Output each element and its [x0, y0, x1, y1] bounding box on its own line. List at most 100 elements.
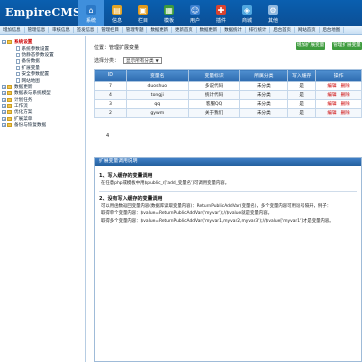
cell-tag: 关于我们	[187, 108, 241, 118]
quick-menu-link[interactable]: 更新首页	[172, 27, 197, 33]
cell-tag: 多说代码	[187, 81, 241, 91]
expand-icon[interactable]: +	[2, 116, 6, 121]
filter-label: 选择分类：	[94, 58, 120, 64]
delete-link[interactable]: 删除	[341, 93, 350, 98]
chevron-down-icon: ▼	[155, 58, 159, 63]
delete-link[interactable]: 删除	[341, 102, 350, 107]
cell-name: duoshuo	[125, 81, 189, 91]
quick-menu-link[interactable]: 后台地图	[320, 27, 345, 33]
add-variable-button[interactable]: 增加扩展变量	[296, 42, 325, 50]
top-nav-label: 信息	[111, 18, 122, 24]
cell-cat: 未分类	[239, 108, 289, 118]
expand-icon[interactable]: +	[2, 110, 6, 115]
top-nav-label: 栏目	[137, 18, 148, 24]
table-row: 2 gywm 关于我们 未分类是编辑 删除	[94, 108, 362, 118]
folder-icon	[7, 84, 12, 89]
expand-icon[interactable]: +	[2, 123, 6, 128]
tree-item-label: 备份数据	[21, 59, 40, 65]
edit-link[interactable]: 编辑	[327, 84, 336, 89]
tree-item-label: 扩展菜单	[14, 116, 33, 122]
top-nav-item[interactable]: ▣ 栏目	[130, 0, 156, 26]
page-icon	[16, 52, 20, 58]
tree-item-label: 备份与恢复数据	[14, 123, 47, 129]
logo: EmpireCMS	[5, 6, 82, 19]
top-nav-label: 用户	[189, 18, 200, 24]
expand-icon[interactable]: +	[2, 104, 6, 109]
edit-link[interactable]: 编辑	[327, 111, 336, 116]
column-header: 操作	[315, 69, 362, 82]
expand-icon[interactable]: +	[2, 84, 6, 89]
top-nav-label: 模板	[163, 18, 174, 24]
cell-id: 7	[94, 81, 127, 91]
quick-menu-link[interactable]: 数据统计	[221, 27, 246, 33]
folder-icon	[7, 104, 12, 109]
quick-menu-link[interactable]: 后台首页	[270, 27, 295, 33]
top-nav: ⌂ 系统 ▤ 信息 ▣ 栏目 ▦ 模板 ☺ 用户 ✚ 插件 ◈ 商城 ⚙ 其他	[78, 0, 286, 26]
column-header: 写入缓存	[287, 69, 317, 82]
quick-menu-bar: 增加信息 管理信息 审核信息 签发信息 管理栏目 管理专题 数据更新 更新首页 数据更新 数据统计…	[0, 26, 362, 35]
cell-cache: 是	[287, 81, 317, 91]
page-icon	[16, 65, 20, 70]
tree-item[interactable]: + 备份与恢复数据	[2, 122, 83, 128]
folder-icon	[7, 91, 12, 96]
help-section-2-line: 取得多个变量内容：$value=ReturnPublicAddVar('myva…	[101, 218, 334, 224]
help-section-2-title: 2、没有写入缓存的变量调用	[99, 195, 163, 202]
tree-item-label: 系统参数设置	[21, 46, 50, 52]
cell-cat: 未分类	[239, 90, 289, 100]
tree-item-label: 系统设置	[14, 40, 33, 46]
manage-variable-button[interactable]: 管理扩展变量	[332, 42, 362, 50]
edit-link[interactable]: 编辑	[327, 93, 336, 98]
column-header: ID	[94, 69, 127, 82]
quick-menu-link[interactable]: 审核信息	[49, 27, 74, 33]
top-nav-item[interactable]: ⌂ 系统	[78, 0, 104, 26]
category-select[interactable]: 显示所有分类 ▼	[123, 57, 162, 64]
top-nav-item[interactable]: ☺ 用户	[182, 0, 208, 26]
top-nav-label: 商城	[241, 18, 252, 24]
quick-menu-link[interactable]: 管理专题	[123, 27, 148, 33]
delete-link[interactable]: 删除	[341, 111, 350, 116]
tree-item-label: 数据表与系统模型	[14, 91, 51, 97]
tree-item-label: 工作流	[14, 104, 28, 110]
help-section-1-title: 1、写入缓存的变量调用	[99, 173, 153, 179]
delete-link[interactable]: 删除	[341, 84, 350, 89]
top-header: EmpireCMS ⌂ 系统 ▤ 信息 ▣ 栏目 ▦ 模板 ☺ 用户 ✚ 插件 ◈ 商城 ⚙ 其他	[0, 0, 362, 26]
cell-ops: 编辑 删除	[315, 99, 362, 109]
quick-menu-link[interactable]: 签发信息	[74, 27, 99, 33]
quick-menu-link[interactable]: 排行统计	[246, 27, 271, 33]
top-nav-label: 其他	[267, 18, 278, 24]
cell-ops: 编辑 删除	[315, 81, 362, 91]
category-select-value: 显示所有分类	[126, 58, 154, 64]
help-panel: 扩展变量调用说明 1、写入缓存的变量调用 在任意php或模板中用$public_…	[94, 157, 362, 362]
edit-link[interactable]: 编辑	[327, 102, 336, 107]
table-row: 7 duoshuo 多说代码 未分类是编辑 删除	[94, 81, 362, 91]
quick-menu-link[interactable]: 数据更新	[147, 27, 173, 33]
tree-item-label: 优化方案	[14, 110, 33, 116]
divider	[99, 190, 357, 192]
expand-icon[interactable]: +	[2, 97, 6, 102]
top-nav-label: 插件	[215, 18, 226, 24]
top-nav-item[interactable]: ◈ 商城	[234, 0, 260, 26]
top-nav-item[interactable]: ▦ 模板	[156, 0, 182, 26]
page-icon	[16, 59, 20, 64]
cell-cat: 未分类	[239, 99, 289, 109]
cell-cache: 是	[287, 108, 317, 118]
quick-menu-link[interactable]: 增加信息	[0, 27, 25, 33]
tree-item-label: 计划任务	[14, 97, 33, 103]
top-nav-item[interactable]: ✚ 插件	[208, 0, 234, 26]
pagination[interactable]: 4	[106, 133, 109, 139]
help-section-2-line: 取得单个变量内容：$value=ReturnPublicAddVar('myva…	[101, 211, 272, 217]
quick-menu-link[interactable]: 数据更新	[197, 27, 222, 33]
quick-menu-link[interactable]: 管理栏目	[98, 27, 123, 33]
tree-item-label: 数据更新	[14, 84, 33, 90]
collapse-icon[interactable]: −	[2, 40, 6, 45]
top-nav-item[interactable]: ⚙ 其他	[260, 0, 286, 26]
page-icon	[16, 46, 20, 51]
cell-id: 3	[94, 99, 127, 109]
top-nav-item[interactable]: ▤ 信息	[104, 0, 130, 26]
quick-menu-link[interactable]: 管理信息	[25, 27, 50, 33]
doc-icon: ▤	[112, 5, 122, 15]
expand-icon[interactable]: +	[2, 91, 6, 96]
home-icon: ⌂	[86, 5, 96, 15]
quick-menu-link[interactable]: 网站首页	[295, 27, 320, 33]
template-icon: ▦	[164, 5, 174, 15]
